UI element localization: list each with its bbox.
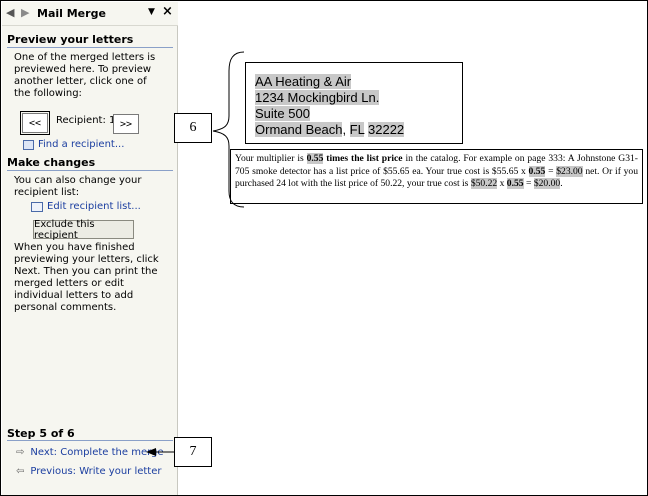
task-pane-header: ◀ ▶ Mail Merge ▼ × <box>2 2 178 26</box>
address-comma: , <box>342 122 350 137</box>
merge-field-state: FL <box>349 122 365 137</box>
preview-heading: Preview your letters <box>7 33 134 46</box>
close-icon[interactable]: × <box>162 4 173 19</box>
screenshot-frame: ◀ ▶ Mail Merge ▼ × Preview your letters … <box>0 0 648 496</box>
edit-list-icon <box>31 201 43 212</box>
forward-arrow-icon[interactable]: ▶ <box>21 6 29 19</box>
mail-merge-task-pane: ◀ ▶ Mail Merge ▼ × Preview your letters … <box>2 2 178 495</box>
recipient-counter: Recipient: 1 <box>56 115 116 126</box>
previous-arrow-icon: ⇦ <box>16 466 25 477</box>
merge-field-net-cost: $23.00 <box>556 165 583 177</box>
changes-instructions: You can also change your recipient list: <box>14 175 142 198</box>
step-label: Step 5 of 6 <box>7 427 75 440</box>
section-divider <box>7 47 173 48</box>
callout-label-6: 6 <box>174 113 212 143</box>
next-step-link[interactable]: ⇨ Next: Complete the merge <box>16 447 164 458</box>
merge-field-city: Ormand Beach <box>255 122 343 137</box>
address-line-name: AA Heating & Air <box>255 74 352 89</box>
find-recipient-label: Find a recipient... <box>38 139 125 150</box>
merge-field-multiplier: 0.55 <box>306 153 324 164</box>
next-recipient-button[interactable]: >> <box>113 114 139 134</box>
next-arrow-icon: ⇨ <box>16 447 25 458</box>
find-recipient-link[interactable]: Find a recipient... <box>23 139 124 150</box>
merge-field-multiplier: 0.55 <box>506 178 524 189</box>
merge-field-list-price: $50.22 <box>470 178 498 189</box>
merged-address-block: AA Heating & Air 1234 Mockingbird Ln. Su… <box>245 62 463 144</box>
section-divider <box>7 170 173 171</box>
merge-field-true-cost: $20.00 <box>533 178 561 189</box>
dropdown-menu-icon[interactable]: ▼ <box>148 7 155 17</box>
finish-instructions: When you have finished previewing your l… <box>14 242 159 313</box>
merged-body-paragraph: Your multiplier is 0.55 times the list p… <box>230 149 643 204</box>
previous-recipient-button[interactable]: << <box>20 111 50 135</box>
previous-step-link[interactable]: ⇦ Previous: Write your letter <box>16 466 161 477</box>
merge-field-multiplier: 0.55 <box>528 165 546 177</box>
task-pane-title: Mail Merge <box>37 7 106 20</box>
address-line-city-state-zip: Ormand Beach, FL 32222 <box>255 122 462 138</box>
previous-step-label: Previous: Write your letter <box>30 466 162 477</box>
address-line-street: 1234 Mockingbird Ln. <box>255 90 380 105</box>
exclude-recipient-button[interactable]: Exclude this recipient <box>33 219 134 241</box>
edit-recipient-list-link[interactable]: Edit recipient list... <box>31 201 141 212</box>
next-step-label: Next: Complete the merge <box>30 447 164 458</box>
address-line-suite: Suite 500 <box>255 106 310 121</box>
make-changes-heading: Make changes <box>7 156 96 169</box>
find-recipient-icon <box>23 139 34 150</box>
preview-instructions: One of the merged letters is previewed h… <box>14 52 156 99</box>
edit-recipient-list-label: Edit recipient list... <box>47 201 141 212</box>
back-arrow-icon[interactable]: ◀ <box>6 6 14 19</box>
section-divider <box>7 440 173 441</box>
merge-field-zip: 32222 <box>368 122 405 137</box>
callout-label-7: 7 <box>174 437 212 467</box>
